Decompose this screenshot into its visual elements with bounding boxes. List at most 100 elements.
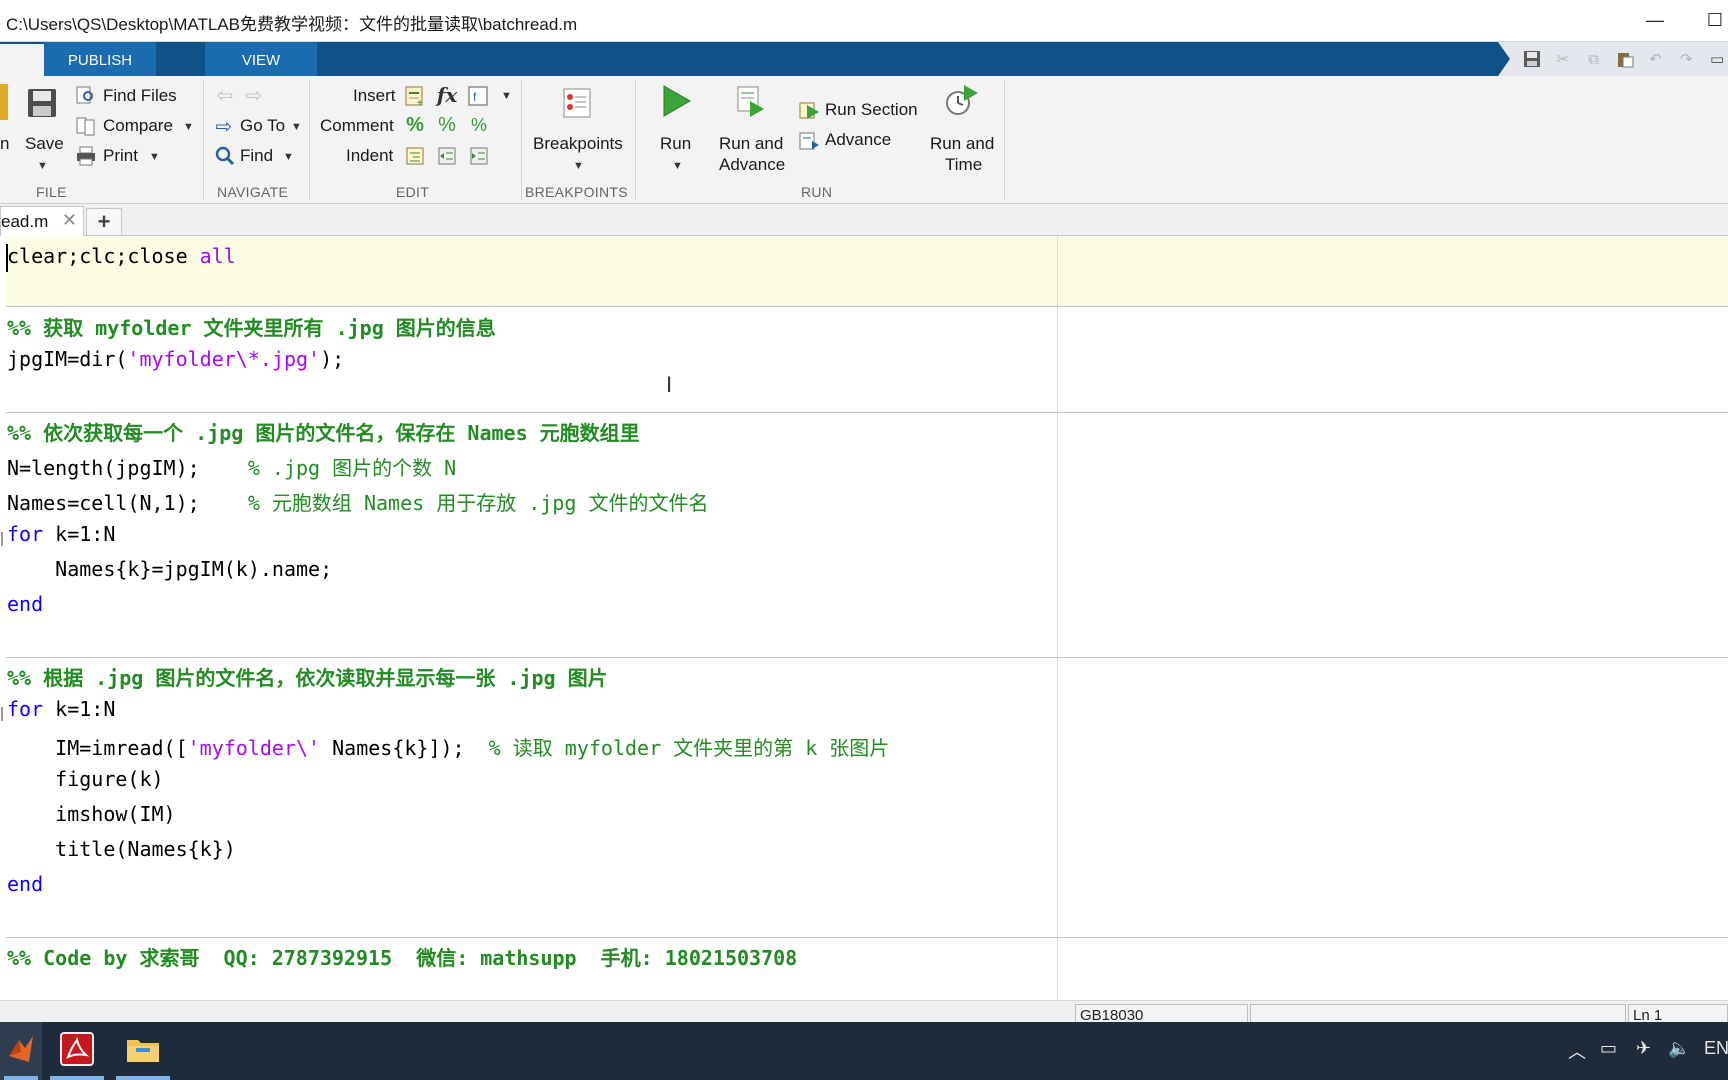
code-line[interactable]: end [7, 592, 43, 616]
group-separator [635, 80, 636, 200]
advance-button[interactable]: Advance [825, 130, 891, 150]
taskbar-file-explorer[interactable] [112, 1022, 174, 1080]
insert-variable-icon[interactable]: f [467, 85, 489, 107]
tab-view[interactable]: VIEW [205, 42, 317, 76]
advance-icon [798, 130, 822, 152]
save-icon[interactable] [25, 86, 59, 120]
minimize-button[interactable]: — [1640, 6, 1670, 34]
active-app-indicator [50, 1076, 104, 1080]
insert-section-icon[interactable]: + [404, 85, 426, 107]
indent-label: Indent [346, 146, 394, 165]
paste-icon[interactable] [1614, 48, 1636, 70]
code-comment: % 元胞数组 Names 用于存放 .jpg 文件的文件名 [247, 491, 709, 515]
code-line[interactable]: IM=imread(['myfolder\' Names{k}]); % 读取 … [7, 732, 889, 761]
cut-icon[interactable]: ✂ [1552, 48, 1574, 70]
find-files-button[interactable]: Find Files [103, 86, 177, 106]
comment-icon[interactable]: % [404, 114, 426, 136]
code-line[interactable]: Names{k}=jpgIM(k).name; [7, 557, 332, 581]
code-keyword: for [7, 697, 44, 721]
print-dropdown-icon[interactable]: ▼ [149, 151, 160, 163]
section-header[interactable]: %% 获取 myfolder 文件夹里所有 .jpg 图片的信息 [7, 312, 496, 341]
tab-publish[interactable]: PUBLISH [44, 42, 156, 76]
forward-arrow-icon[interactable]: ⇨ [243, 85, 265, 107]
run-and-advance-button-line2[interactable]: Advance [719, 155, 785, 175]
run-and-time-button-line1[interactable]: Run and [930, 134, 994, 154]
ribbon: n Save ▼ Find Files Compare ▼ Print ▼ FI… [0, 76, 1728, 204]
fold-marker[interactable] [1, 707, 3, 721]
run-dropdown-icon[interactable]: ▼ [672, 160, 683, 172]
code-editor[interactable]: clear;clc;close all %% 获取 myfolder 文件夹里所… [0, 236, 1728, 1000]
compare-dropdown-icon[interactable]: ▼ [183, 121, 194, 133]
decrease-indent-icon[interactable] [436, 145, 458, 167]
copy-icon[interactable]: ⧉ [1583, 48, 1605, 70]
go-to-dropdown-icon[interactable]: ▼ [291, 121, 302, 133]
compare-icon [76, 116, 96, 136]
undo-icon[interactable]: ↶ [1644, 48, 1666, 70]
compare-button[interactable]: Compare [103, 116, 173, 136]
print-button[interactable]: Print [103, 146, 138, 166]
tab-editor[interactable] [0, 44, 44, 76]
chevron-up-icon[interactable]: ︿ [1568, 1038, 1586, 1064]
code-line[interactable]: for k=1:N [7, 697, 115, 721]
print-icon [76, 146, 96, 166]
pdf-icon [60, 1031, 94, 1071]
section-header[interactable]: %% Code by 求索哥 QQ: 2787392915 微信: mathsu… [7, 942, 797, 971]
fold-marker[interactable] [1, 532, 3, 546]
find-dropdown-icon[interactable]: ▼ [283, 151, 294, 163]
airplane-mode-icon[interactable]: ✈ [1636, 1038, 1651, 1059]
code-line[interactable]: clear;clc;close all [7, 244, 236, 268]
section-header[interactable]: %% 依次获取每一个 .jpg 图片的文件名，保存在 Names 元胞数组里 [7, 417, 640, 446]
input-language[interactable]: EN [1704, 1038, 1728, 1059]
back-arrow-icon[interactable]: ⇦ [214, 85, 236, 107]
code-line[interactable]: end [7, 872, 43, 896]
code-line[interactable]: imshow(IM) [7, 802, 175, 826]
breakpoints-dropdown-icon[interactable]: ▼ [573, 160, 584, 172]
cell-divider [6, 937, 1728, 938]
increase-indent-icon[interactable] [468, 145, 490, 167]
find-files-icon [76, 85, 96, 105]
smart-indent-icon[interactable] [404, 145, 426, 167]
code-text: N=length(jpgIM); [7, 456, 248, 480]
file-tab-batchread[interactable]: ead.m ✕ [0, 206, 84, 236]
code-text: IM=imread([ [7, 736, 188, 760]
insert-function-icon[interactable]: fx [435, 83, 459, 107]
code-line[interactable]: for k=1:N [7, 522, 115, 546]
taskbar-matlab[interactable] [0, 1022, 42, 1080]
code-line[interactable]: jpgIM=dir('myfolder\*.jpg'); [7, 347, 344, 371]
maximize-button[interactable]: ☐ [1700, 6, 1728, 34]
run-button[interactable]: Run [660, 134, 691, 154]
file-group-label: FILE [36, 184, 67, 200]
switch-windows-icon[interactable]: ▭ [1706, 48, 1728, 70]
run-and-time-button-line2[interactable]: Time [945, 155, 982, 175]
code-line[interactable]: N=length(jpgIM); % .jpg 图片的个数 N [7, 452, 456, 481]
run-section-button[interactable]: Run Section [825, 100, 918, 120]
breakpoints-button[interactable]: Breakpoints [533, 134, 623, 154]
open-button-partial[interactable]: n [0, 134, 9, 154]
breakpoints-group-label: BREAKPOINTS [525, 184, 628, 200]
taskbar-pdf-reader[interactable] [46, 1022, 108, 1080]
encoding-field: GB18030 [1075, 1004, 1248, 1024]
insert-dropdown-icon[interactable]: ▼ [501, 90, 512, 102]
go-to-button[interactable]: Go To [240, 116, 285, 136]
redo-icon[interactable]: ↷ [1675, 48, 1697, 70]
save-icon[interactable] [1521, 48, 1543, 70]
code-line[interactable]: Names=cell(N,1); % 元胞数组 Names 用于存放 .jpg … [7, 487, 708, 516]
save-button[interactable]: Save [25, 134, 64, 154]
uncomment-icon[interactable]: % [436, 114, 458, 136]
run-and-advance-button-line1[interactable]: Run and [719, 134, 783, 154]
find-button[interactable]: Find [240, 146, 273, 166]
code-comment: % 读取 myfolder 文件夹里的第 k 张图片 [488, 736, 890, 760]
wrap-comments-icon[interactable]: % [468, 114, 490, 136]
group-separator [309, 80, 310, 200]
code-line[interactable]: title(Names{k}) [7, 837, 236, 861]
section-header[interactable]: %% 根据 .jpg 图片的文件名，依次读取并显示每一张 .jpg 图片 [7, 662, 608, 691]
mouse-ibeam-cursor: I [666, 372, 673, 397]
volume-icon[interactable]: 🔈 [1668, 1038, 1690, 1059]
code-line[interactable]: figure(k) [7, 767, 163, 791]
battery-icon[interactable]: ▭ [1600, 1038, 1617, 1059]
save-dropdown-icon[interactable]: ▼ [37, 160, 48, 172]
close-tab-icon[interactable]: ✕ [62, 210, 77, 231]
run-section-icon [798, 99, 822, 121]
new-tab-button[interactable]: + [86, 208, 122, 236]
open-icon[interactable] [0, 84, 8, 120]
